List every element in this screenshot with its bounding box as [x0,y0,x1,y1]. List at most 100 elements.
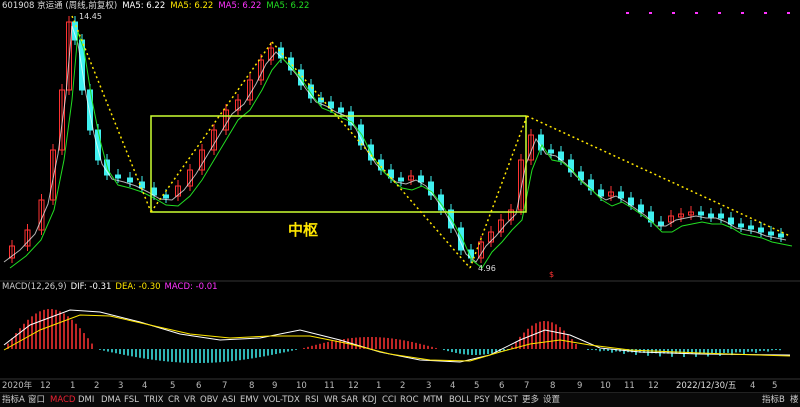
macd-dea: DEA: -0.30 [115,282,161,292]
candle-body [758,227,764,233]
macd-value: MACD: -0.01 [164,282,218,292]
marker-dot [695,12,698,14]
tab-vr[interactable]: VR [184,393,196,407]
zhongshu-label: 中枢 [288,221,319,239]
candle-body [418,175,424,183]
x-label: 5 [170,381,176,391]
window-button[interactable]: 窗口 [28,393,45,407]
macd-header: MACD(12,26,9) DIF: -0.31 DEA: -0.30 MACD… [2,282,218,293]
sell-marker: $ [549,270,554,279]
tab-asi[interactable]: ASI [222,393,236,407]
x-label: 4 [142,381,148,391]
settings-button[interactable]: 设置 [543,393,560,407]
x-label: 4 [450,381,456,391]
x-label: 10 [600,381,611,391]
x-label: 12 [40,381,51,391]
more-button[interactable]: 更多 [522,393,539,407]
tab-dmi[interactable]: DMI [78,393,94,407]
tab-cr[interactable]: CR [168,393,180,407]
marker-dot [787,12,790,14]
x-label: 8 [249,381,255,391]
candle-body [338,107,344,113]
x-label: 5 [772,381,778,391]
tab-sar[interactable]: SAR [341,393,358,407]
indicator-tab-bar: 指标A 窗口 MACD DMI DMA FSL TRIX CR VR OBV A… [0,392,800,407]
trend-dotted-line [526,115,791,237]
candle-body [318,97,324,103]
macd-title: MACD(12,26,9) [2,282,67,292]
low-price-label: 4.96 [478,264,496,273]
tab-cci[interactable]: CCI [382,393,396,407]
candle-body [115,174,121,179]
x-label: 9 [272,381,278,391]
candle-body [127,177,133,183]
candle-body [768,231,774,236]
x-label: 11 [624,381,635,391]
x-label: 5 [474,381,480,391]
tab-roc[interactable]: ROC [400,393,419,407]
x-label: 6 [499,381,505,391]
candle-body [718,213,724,219]
x-label: 3 [118,381,124,391]
tab-kdj[interactable]: KDJ [362,393,377,407]
ma-line-green [9,31,793,269]
indicator-b-extra[interactable]: 楼 [790,393,799,407]
candle-body [748,225,754,230]
high-price-label: 14.45 [79,12,102,21]
marker-dot [741,12,744,14]
x-label: 3 [426,381,432,391]
zhongshu-box [150,115,527,213]
candle-body [139,181,145,189]
marker-dot [649,12,652,14]
tab-emv[interactable]: EMV [240,393,259,407]
candle-body [738,223,744,228]
marker-dot [626,12,629,14]
candle-body [618,191,624,199]
tab-mtm[interactable]: MTM [423,393,443,407]
tab-wr[interactable]: WR [324,393,338,407]
candle-body [708,213,714,218]
tab-fsl[interactable]: FSL [124,393,139,407]
x-label: 10 [296,381,307,391]
x-label: 1 [70,381,76,391]
x-label: 7 [222,381,228,391]
marker-dot [672,12,675,14]
ma-line-white [3,25,787,263]
tab-rsi[interactable]: RSI [305,393,319,407]
candle-body [398,177,404,182]
marker-dot [718,12,721,14]
indicator-b-button[interactable]: 指标B [762,393,785,407]
tab-psy[interactable]: PSY [474,393,490,407]
price-chart[interactable]: $ [0,0,800,406]
candle-body [163,194,169,199]
x-label: 8 [550,381,556,391]
x-label: 4 [750,381,756,391]
x-label: 6 [196,381,202,391]
tab-trix[interactable]: TRIX [144,393,163,407]
x-label: 12 [648,381,659,391]
x-label: 2022/12/30/五 [676,381,737,391]
tab-boll[interactable]: BOLL [449,393,471,407]
candle-body [778,233,784,238]
x-label: 1 [376,381,382,391]
tab-dma[interactable]: DMA [101,393,121,407]
trend-dotted-line [150,41,273,213]
tab-obv[interactable]: OBV [200,393,218,407]
x-label: 7 [524,381,530,391]
x-label: 9 [577,381,583,391]
x-label: 11 [324,381,335,391]
tab-macd[interactable]: MACD [50,393,75,407]
candle-body [438,194,444,211]
candle-body [658,221,664,226]
candle-body [728,217,734,225]
macd-dif: DIF: -0.31 [70,282,112,292]
x-label: 2 [400,381,406,391]
tab-vol-tdx[interactable]: VOL-TDX [263,393,300,407]
x-label: 2 [94,381,100,391]
x-label: 12 [348,381,359,391]
candle-body [598,189,604,197]
candle-body [548,149,554,154]
tab-mcst[interactable]: MCST [494,393,518,407]
candle-body [698,211,704,216]
indicator-a-button[interactable]: 指标A [2,393,25,407]
